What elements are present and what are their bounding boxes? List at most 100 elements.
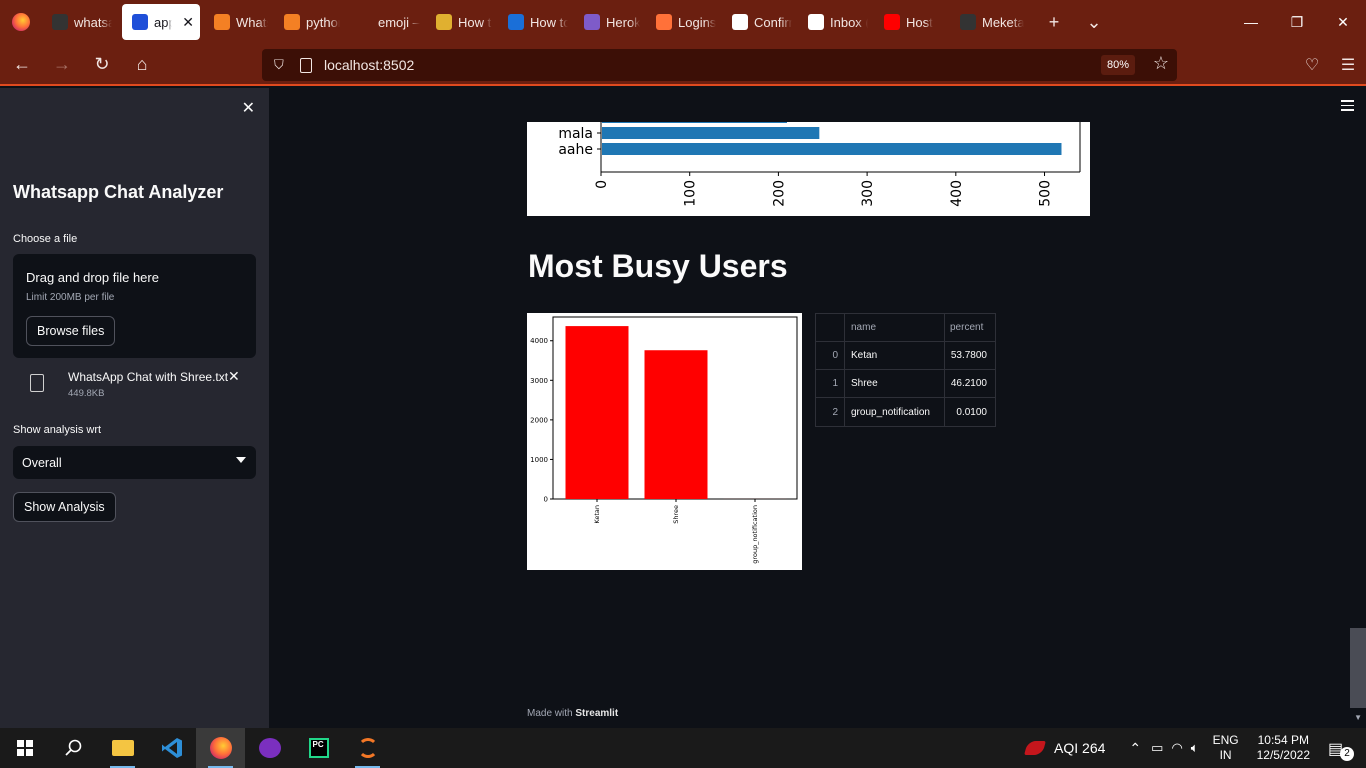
uploaded-file: WhatsApp Chat with Shree.txt 449.8KB ✕ xyxy=(30,368,256,406)
analysis-select[interactable]: Overall xyxy=(13,446,256,479)
tab-5[interactable]: How to xyxy=(426,4,498,40)
table-header-percent[interactable]: percent xyxy=(945,314,995,341)
list-all-tabs-button[interactable]: ⌄ xyxy=(1074,0,1114,44)
close-tab-icon[interactable]: ✕ xyxy=(182,14,194,31)
streamlit-crown-icon xyxy=(132,14,148,30)
common-words-chart-svg: malaaahe 0 100 200 300 400 500 xyxy=(558,122,1081,207)
zoom-level-badge[interactable]: 80% xyxy=(1100,55,1135,75)
vscode-icon xyxy=(161,738,182,758)
wifi-icon[interactable]: ◠ xyxy=(1171,740,1182,756)
file-icon xyxy=(30,374,44,392)
close-window-button[interactable]: ✕ xyxy=(1320,0,1366,44)
taskbar-firefox[interactable] xyxy=(196,728,245,768)
language-indicator[interactable]: ENG IN xyxy=(1213,733,1239,763)
x-tick-label: 500 xyxy=(1038,180,1054,207)
x-tick-label: 0 xyxy=(594,180,610,189)
main-menu-icon[interactable] xyxy=(1341,100,1354,114)
tab-6[interactable]: How to xyxy=(498,4,574,40)
stackoverflow-icon xyxy=(284,14,300,30)
tab-label: python xyxy=(306,14,340,30)
search-button[interactable] xyxy=(49,728,98,768)
volume-icon[interactable]: 🔈︎ xyxy=(1191,740,1199,756)
x-tick-label: 300 xyxy=(860,180,876,207)
github-icon xyxy=(52,14,68,30)
table-row: 0 Ketan 53.7800 xyxy=(816,342,995,370)
gmail-icon xyxy=(808,14,824,30)
tab-1[interactable]: app ✕ xyxy=(122,4,200,40)
scroll-down-icon[interactable]: ▼ xyxy=(1354,713,1362,722)
table-header-index xyxy=(816,314,845,341)
streamlit-link[interactable]: Streamlit xyxy=(575,708,618,719)
tab-label: Logins xyxy=(678,14,716,30)
table-cell-index: 0 xyxy=(816,342,845,369)
taskbar-file-explorer[interactable] xyxy=(98,728,147,768)
taskbar-pycharm[interactable]: PC xyxy=(294,728,343,768)
y-tick-label: aahe xyxy=(558,142,593,158)
tab-label: Confirm xyxy=(754,14,792,30)
table-cell-percent: 53.7800 xyxy=(950,350,987,361)
back-button[interactable]: ← xyxy=(4,46,40,82)
page-info-icon[interactable] xyxy=(300,57,312,73)
file-dropzone[interactable]: Drag and drop file here Limit 200MB per … xyxy=(13,254,256,358)
aqi-widget[interactable]: AQI 264 xyxy=(1054,740,1105,756)
restore-button[interactable]: ❐ xyxy=(1274,0,1320,44)
tab-7[interactable]: Heroku xyxy=(574,4,646,40)
tab-label: Heroku xyxy=(606,14,640,30)
tab-0[interactable]: whatsapp xyxy=(42,4,118,40)
tab-label: Inbox ( xyxy=(830,14,868,30)
sidebar: ✕ Whatsapp Chat Analyzer Choose a file D… xyxy=(0,88,269,728)
y-tick-label: 2000 xyxy=(530,416,548,424)
home-button[interactable]: ⌂ xyxy=(124,46,160,82)
url-text[interactable]: localhost:8502 xyxy=(324,57,414,73)
x-tick-label: 400 xyxy=(949,180,965,207)
table-cell-name: group_notification xyxy=(845,398,945,426)
scrollbar-thumb[interactable] xyxy=(1350,628,1366,708)
dropzone-limit: Limit 200MB per file xyxy=(26,292,115,303)
tab-9[interactable]: Confirm xyxy=(722,4,798,40)
table-header: name percent xyxy=(816,314,995,342)
tab-11[interactable]: Host xyxy=(874,4,950,40)
taskbar-jupyter[interactable] xyxy=(343,728,392,768)
url-bar[interactable]: ⛉ localhost:8502 80% ☆ xyxy=(262,49,1177,81)
pocket-icon[interactable]: ♡ xyxy=(1294,44,1330,86)
app-menu-icon[interactable]: ☰ xyxy=(1330,44,1366,86)
chevron-up-icon[interactable]: ⌃ xyxy=(1129,740,1141,757)
tracking-shield-icon[interactable]: ⛉ xyxy=(274,57,288,73)
start-button[interactable] xyxy=(0,728,49,768)
bar-partial xyxy=(602,122,787,123)
notification-center-button[interactable]: ▤ 2 xyxy=(1328,735,1354,761)
forward-button[interactable]: → xyxy=(44,46,80,82)
show-analysis-button[interactable]: Show Analysis xyxy=(13,492,116,522)
tab-2[interactable]: WhatsApp xyxy=(204,4,274,40)
bookmark-star-icon[interactable]: ☆ xyxy=(1153,53,1169,74)
battery-icon[interactable]: ▭ xyxy=(1151,740,1163,756)
language-code: ENG xyxy=(1212,733,1239,747)
busy-users-chart: 0 1000 2000 3000 4000 Ketan Shree group_notific… xyxy=(527,313,802,570)
remove-file-icon[interactable]: ✕ xyxy=(228,368,240,385)
reload-button[interactable]: ↻ xyxy=(84,46,120,82)
table-cell-index: 2 xyxy=(816,398,845,426)
tab-8[interactable]: Logins xyxy=(646,4,722,40)
tab-4[interactable]: emoji — en xyxy=(346,4,426,40)
taskbar-app-mask[interactable] xyxy=(245,728,294,768)
table-header-name[interactable]: name xyxy=(845,314,945,341)
tab-3[interactable]: python xyxy=(274,4,346,40)
common-words-chart: mala aahe 0 100 200 300 400 500 xyxy=(527,122,1090,216)
clock[interactable]: 10:54 PM 12/5/2022 xyxy=(1257,733,1310,763)
new-tab-button[interactable]: + xyxy=(1034,0,1074,44)
busy-users-chart-svg: 0 1000 2000 3000 4000 Ketan Shree group_notific… xyxy=(530,316,798,564)
table-cell-index: 1 xyxy=(816,370,845,397)
region-code: IN xyxy=(1219,748,1232,762)
tab-10[interactable]: Inbox ( xyxy=(798,4,874,40)
taskbar-vscode[interactable] xyxy=(147,728,196,768)
minimize-button[interactable]: — xyxy=(1228,0,1274,44)
x-tick-label: Shree xyxy=(672,505,680,524)
tab-12[interactable]: Meketa xyxy=(950,4,1030,40)
firefox-menu-button[interactable] xyxy=(0,0,42,44)
close-sidebar-icon[interactable]: ✕ xyxy=(242,98,255,118)
analysis-select-label: Show analysis wrt xyxy=(13,424,102,436)
browse-files-button[interactable]: Browse files xyxy=(26,316,116,346)
weather-icon[interactable] xyxy=(1024,741,1046,755)
table-cell-name: Ketan xyxy=(845,342,945,369)
folder-icon xyxy=(111,740,134,756)
